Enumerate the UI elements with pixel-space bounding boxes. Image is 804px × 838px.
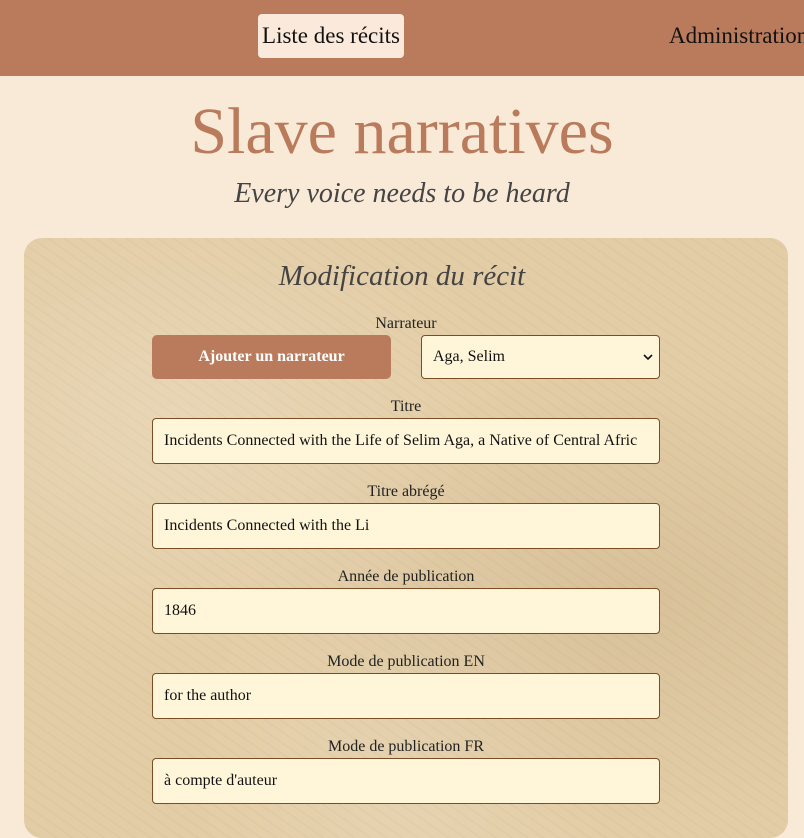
short-title-input[interactable]: Incidents Connected with the Li — [152, 503, 660, 549]
short-title-label: Titre abrégé — [367, 483, 445, 500]
chevron-down-icon — [643, 354, 653, 361]
mode-en-input[interactable]: for the author — [152, 673, 660, 719]
narrator-select[interactable]: Aga, Selim — [421, 335, 660, 379]
mode-fr-input[interactable]: à compte d'auteur — [152, 758, 660, 804]
year-label: Année de publication — [337, 568, 475, 585]
year-input[interactable]: 1846 — [152, 588, 660, 634]
mode-fr-label: Mode de publication FR — [328, 738, 484, 755]
narrator-label: Narrateur — [375, 315, 437, 332]
nav-admin-button[interactable]: Administration — [669, 14, 804, 58]
title-label: Titre — [390, 398, 422, 415]
nav-list-button[interactable]: Liste des récits — [258, 14, 404, 58]
form-title: Modification du récit — [278, 260, 526, 292]
site-tagline: Every voice needs to be heard — [234, 178, 570, 209]
narrator-select-value: Aga, Selim — [433, 348, 505, 365]
top-navigation-bar: Liste des récits Administration — [0, 0, 804, 76]
mode-en-label: Mode de publication EN — [327, 653, 485, 670]
title-input[interactable]: Incidents Connected with the Life of Sel… — [152, 418, 660, 464]
add-narrator-button[interactable]: Ajouter un narrateur — [152, 335, 391, 379]
site-title: Slave narratives — [190, 95, 614, 168]
